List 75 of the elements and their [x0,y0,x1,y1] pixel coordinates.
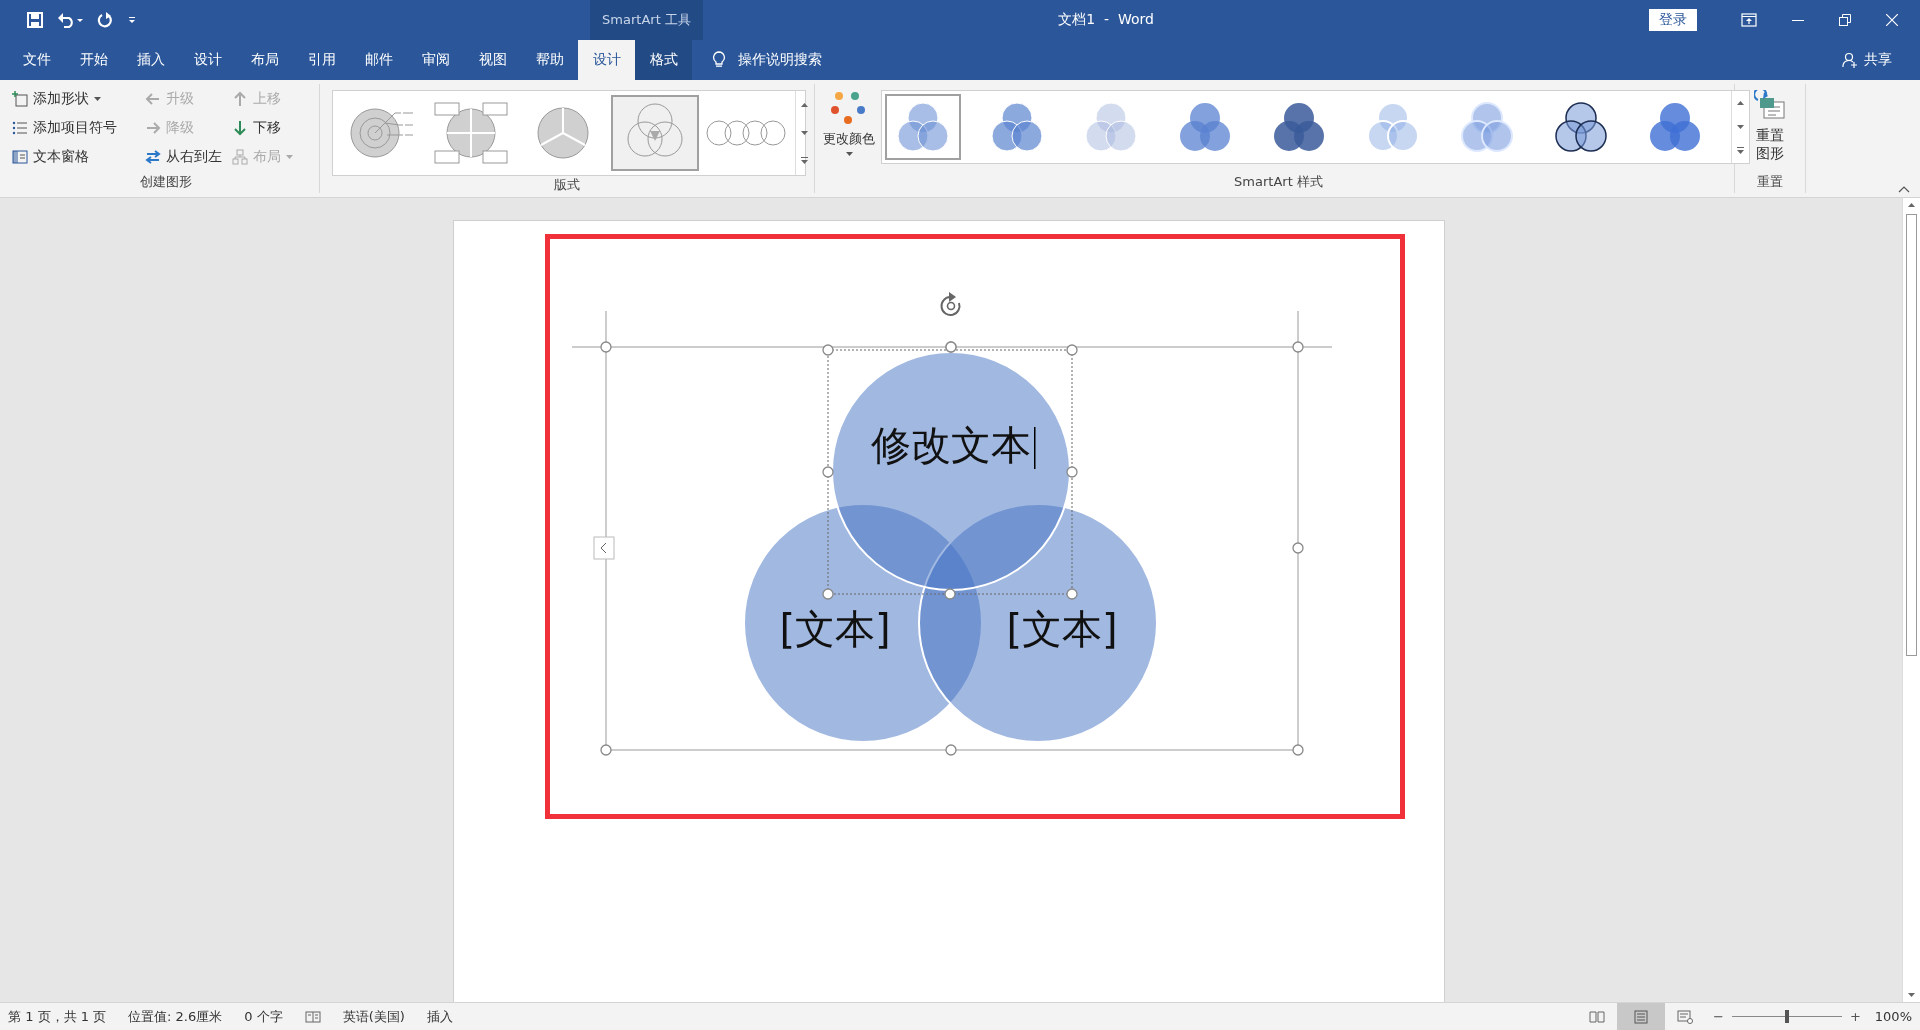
reset-graphic-icon [1754,90,1786,122]
group-label: 重置 [1756,173,1784,191]
group-label: SmartArt 样式 [1233,173,1324,191]
zoom-out-button[interactable]: − [1705,1009,1732,1024]
add-shape-icon [12,91,28,107]
ribbon-tab[interactable]: 文件 [8,40,65,80]
status-text[interactable]: 第 1 页，共 1 页 [8,1007,107,1026]
rotate-handle-icon[interactable] [940,292,961,316]
command-button[interactable]: 下移 [232,115,293,141]
org-chart-icon [232,149,248,165]
text-pane-icon [12,149,28,165]
ribbon-display-icon[interactable] [1741,13,1757,27]
text-cursor [1034,427,1036,469]
style-thumbnail[interactable] [885,94,961,160]
tell-me-search[interactable]: 操作说明搜索 [692,40,822,80]
down-arrow-icon [232,120,248,136]
zoom-in-button[interactable]: + [1841,1009,1869,1024]
redo-icon[interactable] [97,12,113,28]
ribbon-tab[interactable]: 插入 [122,40,179,80]
save-icon[interactable] [27,12,43,28]
status-text[interactable]: 0 个字 [244,1007,283,1026]
undo-icon[interactable] [57,12,83,28]
web-layout-icon[interactable] [1677,1009,1693,1024]
status-text[interactable]: 位置值: 2.6厘米 [128,1007,223,1026]
read-mode-icon[interactable] [1589,1009,1605,1024]
print-layout-button[interactable] [1617,1003,1665,1030]
zoom-level[interactable]: 100% [1874,1009,1912,1024]
ribbon-tab[interactable]: 引用 [293,40,350,80]
window-title: 文档1 - Word [1058,11,1154,29]
ribbon-tab[interactable]: 设计 [179,40,236,80]
color-dots-icon [831,90,867,126]
ribbon-tab[interactable]: 开始 [65,40,122,80]
login-button[interactable]: 登录 [1649,9,1697,31]
customize-caret-icon[interactable] [127,15,137,25]
command-button[interactable]: 从右到左 [145,144,222,170]
scroll-thumb[interactable] [1906,214,1917,656]
swap-arrows-icon [145,149,161,165]
language-status[interactable]: 英语(美国) [342,1007,405,1026]
context-tab-group: SmartArt 工具 [590,0,703,40]
vertical-scrollbar[interactable] [1902,198,1920,1002]
group-label: 版式 [553,176,581,194]
ribbon-tab[interactable]: 格式 [635,40,692,80]
dropdown-caret-icon [845,152,853,156]
layout-thumbnail[interactable] [611,95,699,171]
share-button[interactable]: 共享 [1842,40,1920,80]
smartart-text[interactable]: [文本] [779,606,891,652]
ribbon-tab[interactable]: 视图 [464,40,521,80]
command-button[interactable]: 添加项目符号 [12,115,117,141]
dropdown-caret-icon [286,155,293,159]
bullet-list-icon [12,120,28,136]
collapse-ribbon-icon[interactable] [1898,185,1910,193]
dropdown-caret-icon [94,97,101,101]
change-colors-button[interactable]: 更改颜色 [823,84,875,156]
group-label: 创建图形 [138,173,193,191]
command-button[interactable]: 添加形状 [12,86,117,112]
page-lines-icon [1634,1009,1648,1024]
right-arrow-icon [145,120,161,136]
person-add-icon [1842,52,1858,68]
smartart-text[interactable]: 修改文本 [871,422,1031,468]
proofing-book-icon[interactable] [304,1009,321,1024]
smartart-text[interactable]: [文本] [1006,606,1118,652]
up-arrow-icon [232,91,248,107]
ribbon-tab[interactable]: 审阅 [407,40,464,80]
close-icon[interactable] [1886,14,1898,26]
ribbon-tab[interactable]: 设计 [578,40,635,80]
restore-icon[interactable] [1839,14,1851,26]
reset-graphic-button[interactable]: 重置图形 [1735,84,1805,162]
ribbon-tab[interactable]: 布局 [236,40,293,80]
ribbon-tab[interactable]: 邮件 [350,40,407,80]
ribbon-tab[interactable]: 帮助 [521,40,578,80]
lightbulb-icon [712,51,726,69]
slider-thumb[interactable] [1784,1010,1789,1023]
left-arrow-icon [145,91,161,107]
command-button[interactable]: 文本窗格 [12,144,117,170]
insert-mode-status[interactable]: 插入 [426,1007,453,1026]
